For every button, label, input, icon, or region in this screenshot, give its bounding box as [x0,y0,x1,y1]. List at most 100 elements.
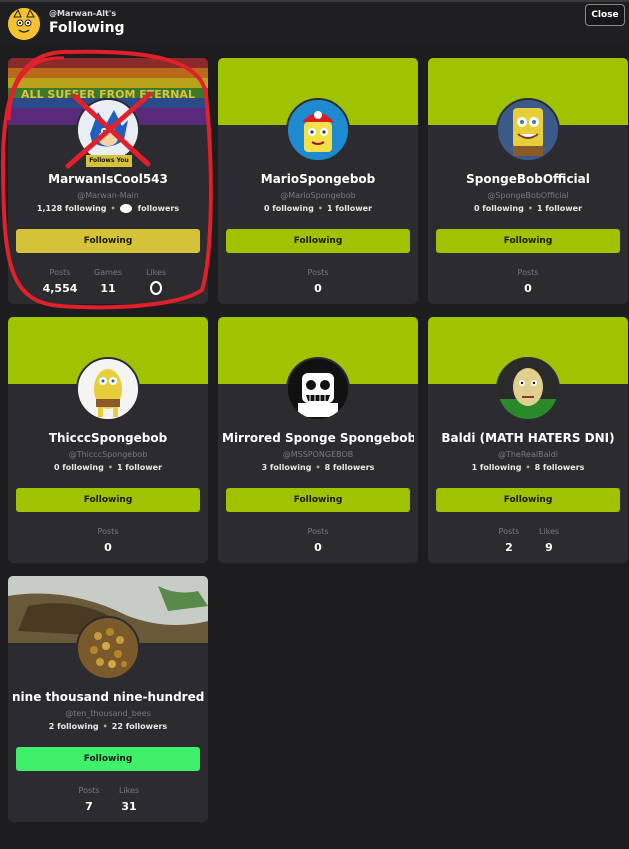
card-name: Baldi (MATH HATERS DNI) [441,431,615,445]
user-card[interactable]: Mirrored Sponge Spongebob @MSSPONGEBOB 3… [218,317,418,563]
followers-count: 8 followers [324,463,375,472]
follow-counts: 1 following • 8 followers [428,463,628,472]
card-handle: @ten_thousand_bees [65,709,151,718]
stat-posts: Posts 7 [69,786,109,813]
stat-value: 9 [545,541,553,554]
card-name: nine thousand nine-hundred ... [12,690,204,704]
separator-dot: • [102,722,108,731]
following-count: 0 following [263,204,314,213]
following-count: 0 following [53,463,104,472]
user-card[interactable]: MarioSpongebob @MarioSpongebob 0 followi… [218,58,418,304]
user-card[interactable]: ThicccSpongebob @ThicccSpongebob 0 follo… [8,317,208,563]
separator-dot: • [525,463,531,472]
stat-games: Games 11 [88,268,128,295]
card-stats: Posts 2 Likes 9 [428,527,628,557]
stat-value: 0 [314,541,322,554]
stat-posts: Posts 0 [298,527,338,554]
stat-likes: Likes 31 [109,786,149,813]
follow-counts: 3 following • 8 followers [218,463,418,472]
stat-label: Posts [49,268,71,277]
following-button[interactable]: Following [226,488,410,512]
card-handle: @TheRealBaldi [497,450,559,459]
followers-count: 8 followers [534,463,585,472]
stat-posts: Posts 0 [508,268,548,295]
follows-you-badge: Follows You [86,155,132,167]
user-card[interactable]: SpongeBobOfficial @SpongeBobOfficial 0 f… [428,58,628,304]
stat-value: 0 [104,541,112,554]
separator-dot: • [110,204,116,213]
user-card[interactable]: nine thousand nine-hundred ... @ten_thou… [8,576,208,822]
stat-label: Games [94,268,122,277]
following-count: 0 following [473,204,524,213]
following-count: 3 following [261,463,312,472]
stat-label: Posts [498,527,520,536]
card-handle: @SpongeBobOfficial [487,191,569,200]
stat-label: Posts [307,527,329,536]
card-stats: Posts 0 [218,527,418,557]
card-name: Mirrored Sponge Spongebob [222,431,414,445]
follow-counts: 1,128 following • followers [8,204,208,213]
following-button[interactable]: Following [226,229,410,253]
card-name: MarioSpongebob [260,172,376,186]
followers-count: 22 followers [111,722,168,731]
avatar [496,357,560,421]
card-stats: Posts 7 Likes 31 [8,786,208,816]
followers-count: 1 follower [116,463,163,472]
following-button[interactable]: Following [16,229,200,253]
stat-label: Likes [538,527,560,536]
following-grid: ALL SUFFER FROM ETERNAL Follows You Marw… [0,0,629,849]
card-handle: @MSSPONGEBOB [282,450,354,459]
card-name: SpongeBobOfficial [466,172,590,186]
card-handle: @ThicccSpongebob [68,450,148,459]
card-stats: Posts 0 [218,268,418,298]
separator-dot: • [317,204,323,213]
card-name: ThicccSpongebob [48,431,168,445]
avatar [496,98,560,162]
separator-dot: • [527,204,533,213]
card-stats: Posts 4,554 Games 11 Likes [8,268,208,298]
stat-value: 2 [505,541,513,554]
stat-posts: Posts 4,554 [40,268,80,295]
stat-label: Posts [97,527,119,536]
likes-scribble [150,281,162,295]
user-card[interactable]: ALL SUFFER FROM ETERNAL Follows You Marw… [8,58,208,304]
follow-counts: 0 following • 1 follower [218,204,418,213]
stat-label: Likes [145,268,167,277]
stat-label: Posts [517,268,539,277]
avatar [76,357,140,421]
user-card[interactable]: Baldi (MATH HATERS DNI) @TheRealBaldi 1 … [428,317,628,563]
stat-likes: Likes [136,268,176,295]
stat-value: 0 [524,282,532,295]
following-count: 1 following [471,463,522,472]
stat-label: Likes [118,786,140,795]
stat-posts: Posts 0 [298,268,338,295]
stat-value: 0 [314,282,322,295]
following-count: 2 following [48,722,99,731]
avatar [76,98,140,162]
avatar [76,616,140,680]
avatar [286,98,350,162]
stat-likes: Likes 9 [529,527,569,554]
stat-value: 11 [100,282,116,295]
following-button[interactable]: Following [436,488,620,512]
following-button[interactable]: Following [436,229,620,253]
card-handle: @Marwan-Main [77,191,139,200]
stat-posts: Posts 2 [489,527,529,554]
following-button[interactable]: Following [16,747,200,771]
followers-count: 1 follower [536,204,583,213]
separator-dot: • [107,463,113,472]
card-handle: @MarioSpongebob [280,191,356,200]
following-count: 1,128 following [36,204,107,213]
follow-counts: 0 following • 1 follower [428,204,628,213]
card-stats: Posts 0 [428,268,628,298]
card-stats: Posts 0 [8,527,208,557]
following-button[interactable]: Following [16,488,200,512]
card-name: MarwanIsCool543 [48,172,168,186]
followers-count: 1 follower [326,204,373,213]
stat-value: 4,554 [42,282,78,295]
stat-label: Posts [78,786,100,795]
hidden-count-scribble [119,204,132,213]
follow-counts: 0 following • 1 follower [8,463,208,472]
avatar [286,357,350,421]
follow-counts: 2 following • 22 followers [8,722,208,731]
